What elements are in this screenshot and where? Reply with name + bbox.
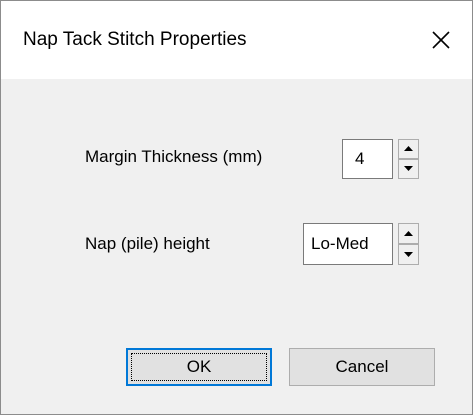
title-bar[interactable]: Nap Tack Stitch Properties bbox=[1, 1, 472, 79]
cancel-button-label: Cancel bbox=[335, 357, 389, 376]
arrow-down-icon bbox=[404, 252, 413, 257]
margin-spin-down-button[interactable] bbox=[398, 159, 419, 179]
close-button[interactable] bbox=[410, 1, 472, 79]
margin-thickness-input[interactable]: 4 bbox=[342, 139, 393, 179]
properties-dialog: Nap Tack Stitch Properties Margin Thickn… bbox=[0, 0, 473, 415]
nap-height-value: Lo-Med bbox=[311, 234, 369, 253]
margin-thickness-value: 4 bbox=[355, 149, 365, 168]
nap-height-spinner bbox=[398, 223, 419, 265]
nap-height-label: Nap (pile) height bbox=[85, 234, 210, 253]
margin-spin-up-button[interactable] bbox=[398, 139, 419, 159]
arrow-down-icon bbox=[404, 166, 413, 171]
cancel-button[interactable]: Cancel bbox=[289, 348, 435, 386]
margin-thickness-spinner bbox=[398, 139, 419, 179]
ok-button[interactable]: OK bbox=[126, 348, 272, 386]
nap-spin-down-button[interactable] bbox=[398, 244, 419, 265]
nap-height-input[interactable]: Lo-Med bbox=[303, 223, 393, 265]
margin-thickness-label: Margin Thickness (mm) bbox=[85, 147, 263, 166]
close-icon bbox=[432, 31, 450, 49]
dialog-title: Nap Tack Stitch Properties bbox=[23, 29, 247, 50]
arrow-up-icon bbox=[404, 146, 413, 151]
focus-indicator bbox=[131, 353, 267, 381]
nap-spin-up-button[interactable] bbox=[398, 223, 419, 244]
arrow-up-icon bbox=[404, 231, 413, 236]
